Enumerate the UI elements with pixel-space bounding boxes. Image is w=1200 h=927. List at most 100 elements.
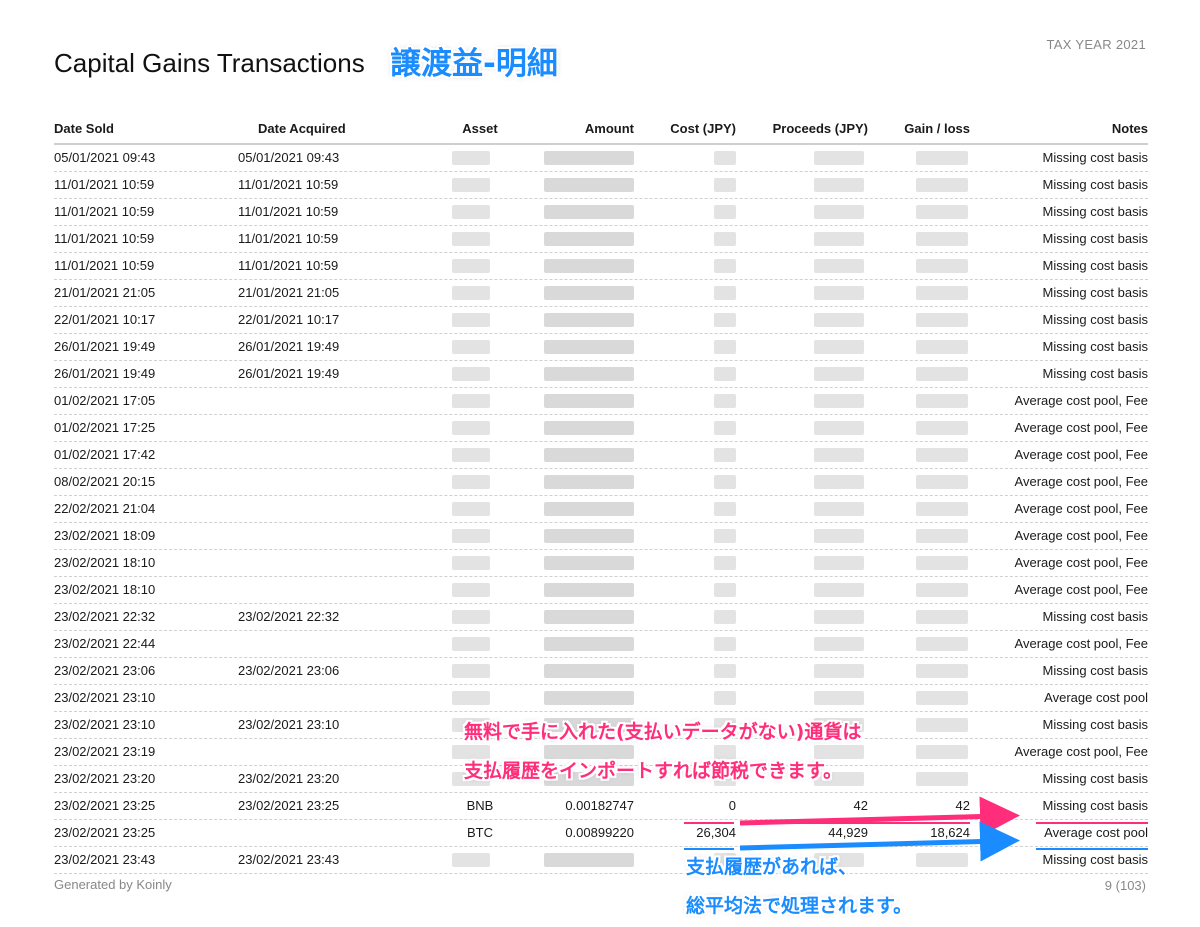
col-cost: Cost (JPY) [670, 121, 736, 136]
redacted-value [544, 259, 634, 273]
table-row: 22/01/2021 10:17 22/01/2021 10:17 Missing … [54, 307, 1148, 334]
table-header: Date Sold Date Acquired Asset Amount Cos… [54, 120, 1148, 145]
redacted-value [814, 691, 864, 705]
redacted-value [814, 394, 864, 408]
annotation-blue-line-2: 総平均法で処理されます。 [686, 895, 913, 917]
redacted-value [544, 664, 634, 678]
redacted-value [714, 394, 736, 408]
annotation-pink-line-2: 支払履歴をインポートすれば節税できます。 [464, 760, 843, 782]
page-title-japanese: 譲渡益-明細 [390, 46, 558, 82]
redacted-value [814, 610, 864, 624]
redacted-value [452, 340, 490, 354]
cell-date-sold: 23/02/2021 23:10 [54, 717, 156, 732]
cell-date-sold: 22/01/2021 10:17 [54, 312, 156, 327]
redacted-value [452, 421, 490, 435]
redacted-value [544, 448, 634, 462]
cell-date-sold: 26/01/2021 19:49 [54, 339, 156, 354]
table-row: 23/02/2021 23:25 BTC 0.00899220 26,304 44,92… [54, 820, 1148, 847]
table-row: 23/02/2021 23:25 23/02/2021 23:25 BNB 0.001… [54, 793, 1148, 820]
redacted-value [544, 637, 634, 651]
redacted-value [916, 664, 968, 678]
redacted-value [814, 637, 864, 651]
cell-notes: Average cost pool, Fee [1014, 636, 1148, 651]
col-amount: Amount [584, 121, 634, 136]
cell-date-acquired: 11/01/2021 10:59 [238, 258, 339, 273]
cell-date-acquired: 23/02/2021 23:10 [238, 717, 340, 732]
cell-date-sold: 11/01/2021 10:59 [54, 204, 155, 219]
cell-notes: Missing cost basis [1042, 177, 1148, 192]
cell-date-sold: 22/02/2021 21:04 [54, 501, 156, 516]
table-row: 26/01/2021 19:49 26/01/2021 19:49 Missing … [54, 334, 1148, 361]
redacted-value [814, 205, 864, 219]
cell-amount: 0.00899220 [565, 825, 634, 840]
redacted-value [714, 151, 736, 165]
col-asset: Asset [462, 121, 498, 136]
redacted-value [916, 718, 968, 732]
redacted-value [714, 367, 736, 381]
cell-date-acquired: 11/01/2021 10:59 [238, 177, 339, 192]
redacted-value [452, 637, 490, 651]
redacted-value [916, 853, 968, 867]
redacted-value [916, 151, 968, 165]
table-row: 23/02/2021 22:32 23/02/2021 22:32 Missing … [54, 604, 1148, 631]
table-row: 26/01/2021 19:49 26/01/2021 19:49 Missing … [54, 361, 1148, 388]
redacted-value [452, 367, 490, 381]
table-row: 21/01/2021 21:05 21/01/2021 21:05 Missing … [54, 280, 1148, 307]
redacted-value [916, 745, 968, 759]
redacted-value [916, 421, 968, 435]
redacted-value [714, 259, 736, 273]
cell-date-sold: 23/02/2021 22:32 [54, 609, 156, 624]
cell-date-sold: 21/01/2021 21:05 [54, 285, 156, 300]
redacted-value [714, 502, 736, 516]
col-date-sold: Date Sold [54, 121, 114, 136]
redacted-value [544, 853, 634, 867]
redacted-value [544, 232, 634, 246]
redacted-value [916, 475, 968, 489]
cell-date-sold: 26/01/2021 19:49 [54, 366, 156, 381]
redacted-value [544, 691, 634, 705]
redacted-value [714, 529, 736, 543]
redacted-value [452, 583, 490, 597]
redacted-value [814, 664, 864, 678]
cell-date-acquired: 23/02/2021 22:32 [238, 609, 340, 624]
redacted-value [916, 367, 968, 381]
cell-notes: Missing cost basis [1042, 771, 1148, 786]
redacted-value [814, 502, 864, 516]
cell-cost: 0 [728, 798, 736, 813]
cell-notes: Missing cost basis [1042, 204, 1148, 219]
redacted-value [544, 151, 634, 165]
highlight-underline-notes-btc [1036, 848, 1148, 850]
redacted-value [916, 529, 968, 543]
col-date-acquired: Date Acquired [258, 121, 346, 136]
redacted-value [814, 286, 864, 300]
cell-notes: Missing cost basis [1042, 852, 1148, 867]
cell-date-acquired: 26/01/2021 19:49 [238, 366, 340, 381]
redacted-value [916, 691, 968, 705]
redacted-value [714, 475, 736, 489]
redacted-value [544, 529, 634, 543]
redacted-value [714, 637, 736, 651]
redacted-value [714, 232, 736, 246]
table-row: 01/02/2021 17:25 Average cost pool, Fee [54, 415, 1148, 442]
redacted-value [714, 313, 736, 327]
cell-notes: Average cost pool, Fee [1014, 420, 1148, 435]
redacted-value [544, 610, 634, 624]
cell-notes: Missing cost basis [1042, 798, 1148, 813]
cell-notes: Average cost pool, Fee [1014, 555, 1148, 570]
cell-notes: Missing cost basis [1042, 339, 1148, 354]
cell-date-sold: 23/02/2021 18:09 [54, 528, 156, 543]
footer-generated-by: Generated by Koinly [54, 877, 172, 892]
table-row: 01/02/2021 17:05 Average cost pool, Fee [54, 388, 1148, 415]
redacted-value [916, 178, 968, 192]
redacted-value [814, 259, 864, 273]
redacted-value [916, 232, 968, 246]
redacted-value [814, 232, 864, 246]
cell-date-acquired: 05/01/2021 09:43 [238, 150, 340, 165]
table-row: 23/02/2021 18:09 Average cost pool, Fee [54, 523, 1148, 550]
cell-amount: 0.00182747 [565, 798, 634, 813]
redacted-value [916, 610, 968, 624]
cell-date-sold: 11/01/2021 10:59 [54, 177, 155, 192]
redacted-value [544, 286, 634, 300]
redacted-value [452, 286, 490, 300]
cell-date-sold: 11/01/2021 10:59 [54, 258, 155, 273]
